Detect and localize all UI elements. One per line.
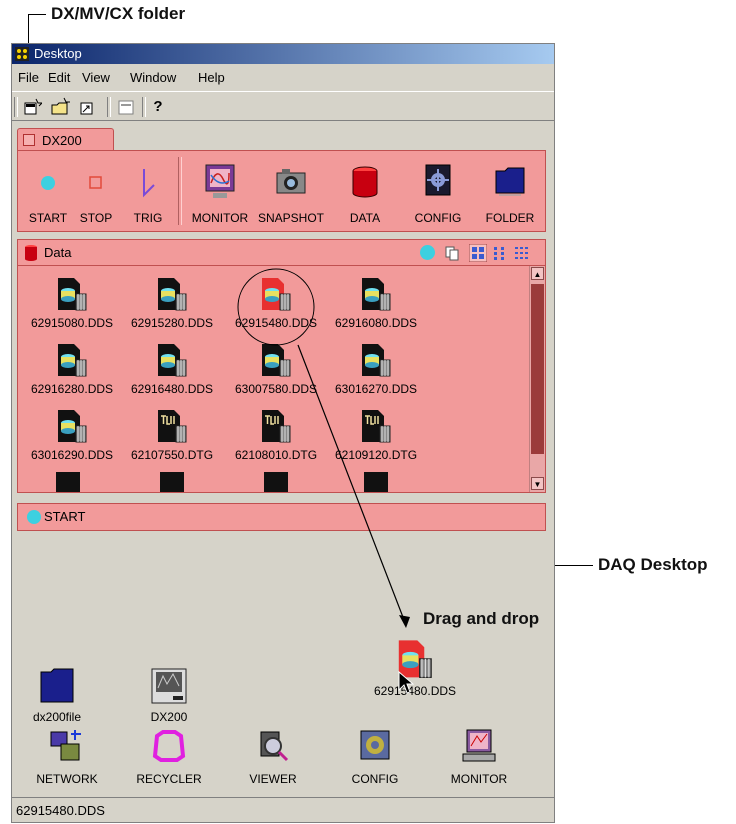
selection-circle [237,268,315,346]
drag-arrow-head [399,615,410,628]
drag-arrow [297,344,407,626]
drag-annotation [237,268,410,628]
drag-callout: Drag and drop [423,609,540,628]
